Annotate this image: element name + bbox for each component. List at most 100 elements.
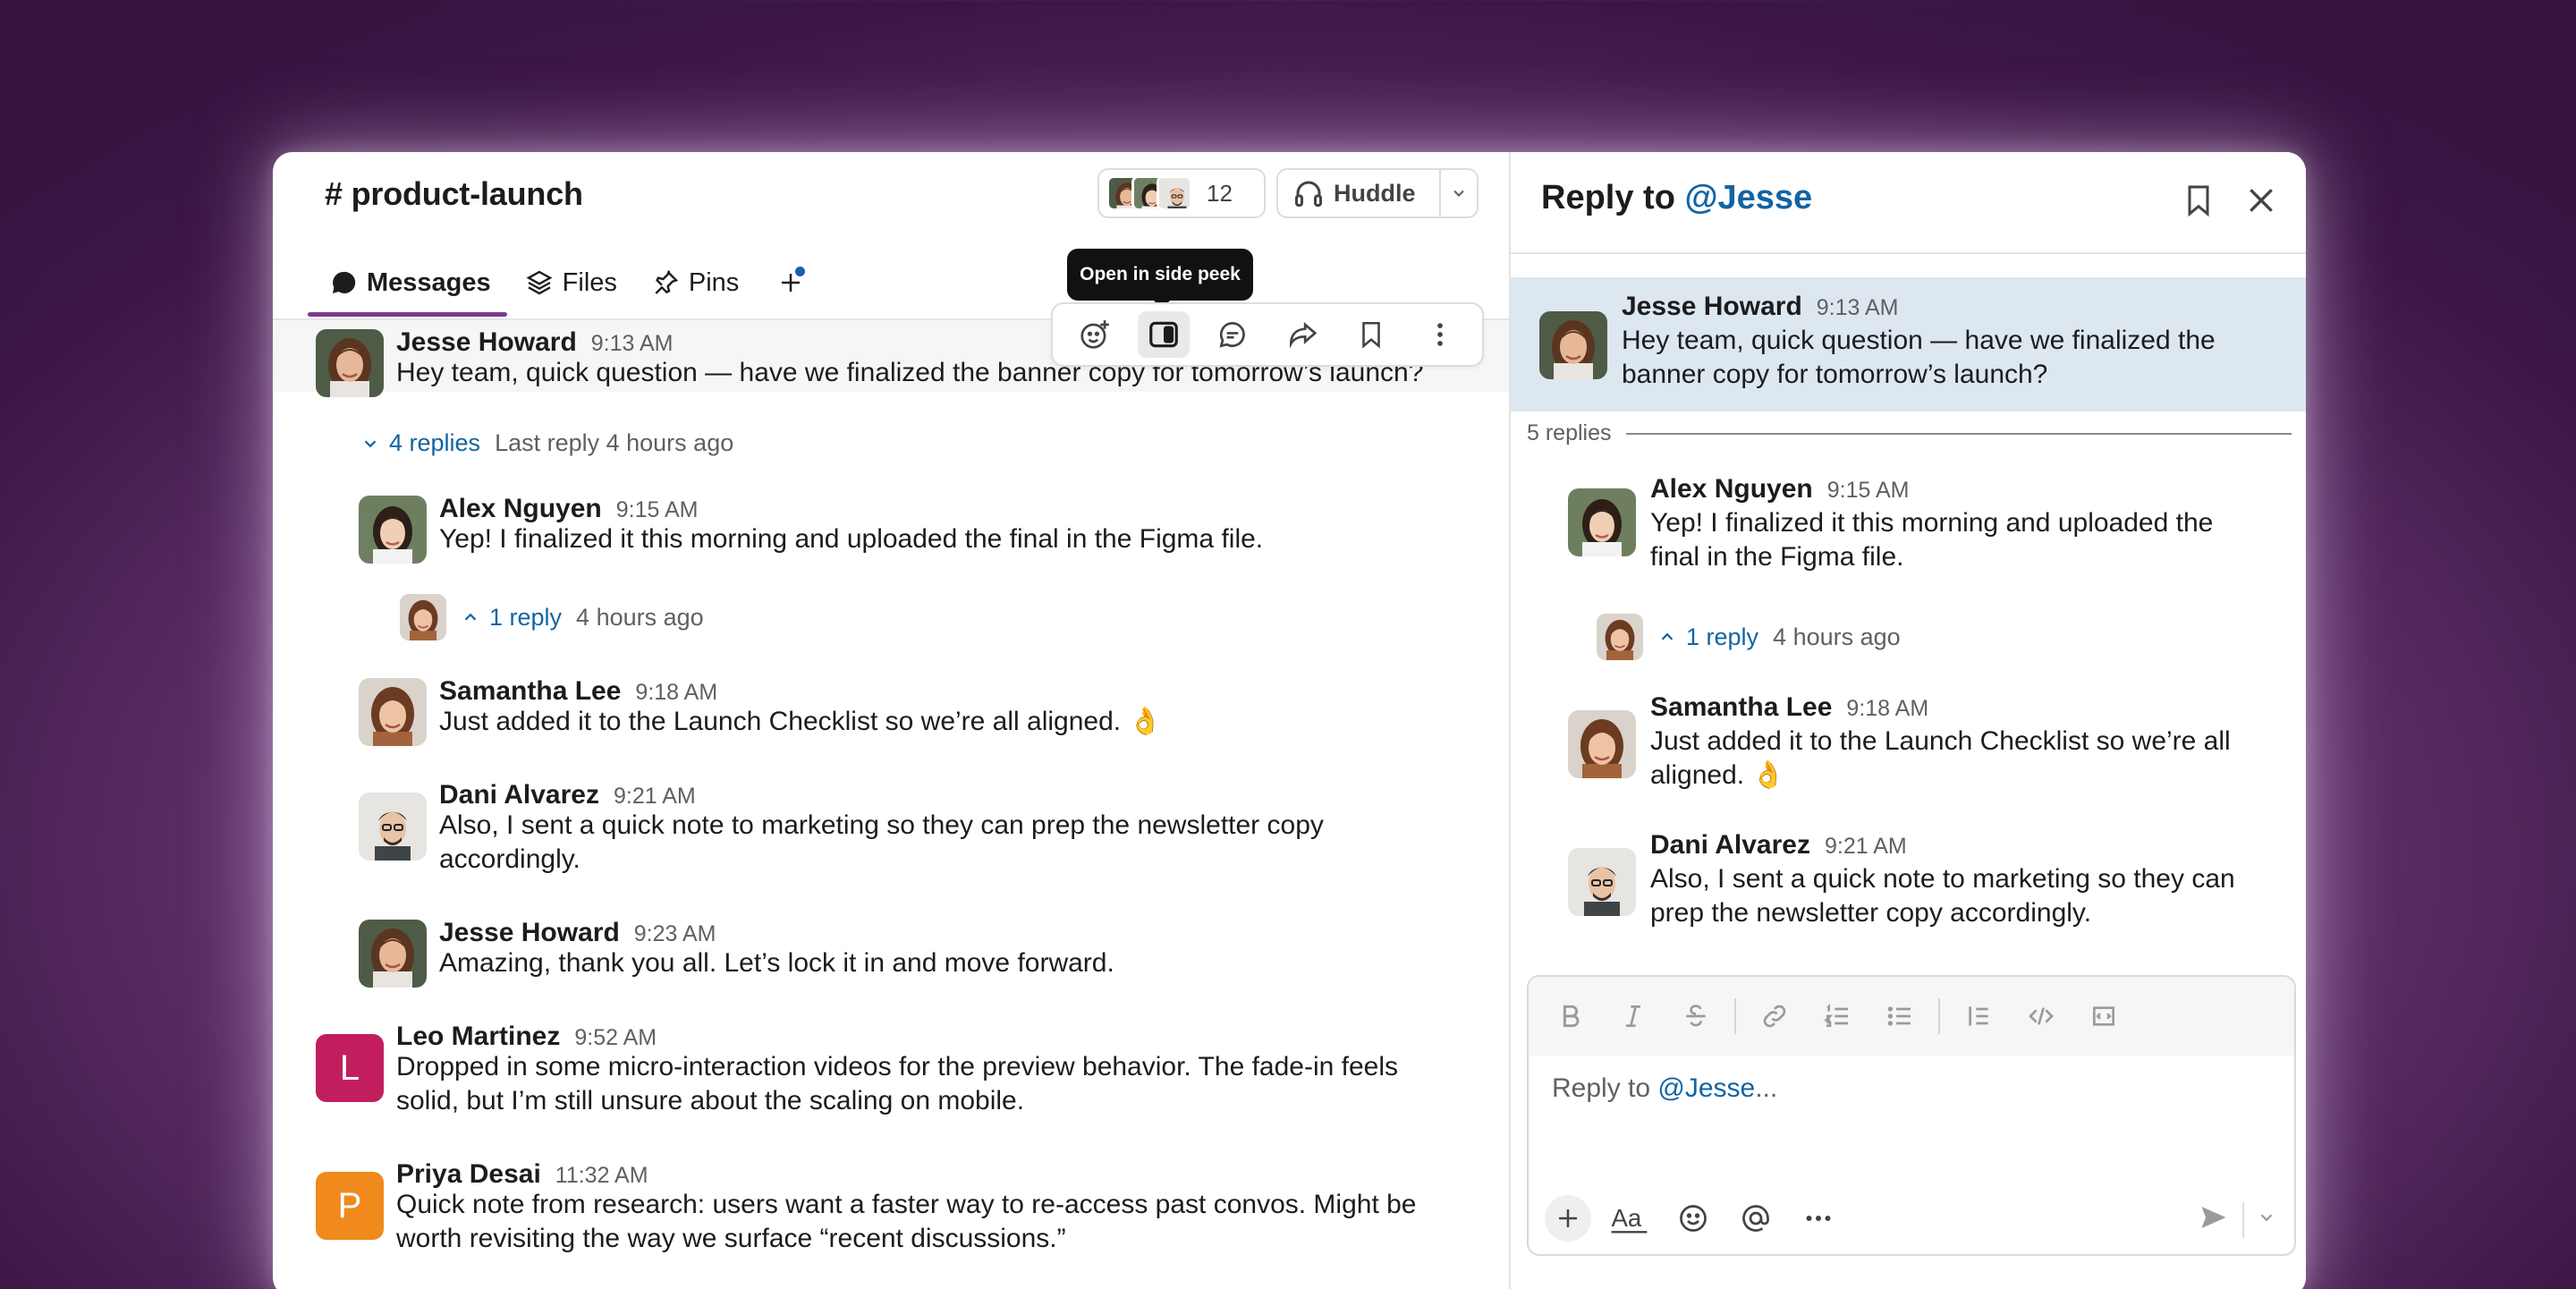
tab-messages[interactable]: Messages xyxy=(308,250,507,317)
save-button[interactable] xyxy=(1345,311,1397,358)
open-side-peek-button[interactable] xyxy=(1137,311,1190,358)
avatar[interactable] xyxy=(316,329,384,397)
avatar[interactable]: L xyxy=(316,1034,384,1102)
bold-icon xyxy=(1563,1005,1580,1028)
huddle-button[interactable]: Huddle xyxy=(1278,170,1441,216)
save-thread-button[interactable] xyxy=(2181,182,2216,223)
sender-name[interactable]: Dani Alvarez xyxy=(1650,830,1810,861)
timestamp[interactable]: 9:21 AM xyxy=(614,784,696,810)
mention-button[interactable] xyxy=(1733,1195,1779,1242)
replies-divider: 5 replies xyxy=(1527,420,2292,446)
avatar[interactable] xyxy=(1568,848,1636,916)
timestamp[interactable]: 11:32 AM xyxy=(555,1163,648,1189)
huddle-options-button[interactable] xyxy=(1441,184,1477,202)
send-divider xyxy=(2242,1201,2244,1238)
sender-name[interactable]: Priya Desai xyxy=(396,1159,541,1190)
blockquote-button[interactable] xyxy=(1953,990,2004,1042)
sender-name[interactable]: Dani Alvarez xyxy=(439,780,599,810)
message-text: Just added it to the Launch Checklist so… xyxy=(1650,725,2231,793)
thread-parent-message[interactable]: Jesse Howard 9:13 AM Hey team, quick que… xyxy=(1511,277,2306,411)
channel-title[interactable]: # product-launch xyxy=(325,175,583,213)
code-icon xyxy=(2029,1007,2054,1025)
thread-replies-link[interactable]: 4 replies xyxy=(360,429,480,457)
message-list: Jesse Howard 9:13 AM Hey team, quick que… xyxy=(273,320,1509,1289)
message-text: Amazing, thank you all. Let’s lock it in… xyxy=(439,948,1114,978)
timestamp[interactable]: 9:13 AM xyxy=(1817,295,1899,321)
more-actions-button[interactable] xyxy=(1414,311,1466,358)
sub-thread-replies-link[interactable]: 1 reply xyxy=(461,604,562,632)
code-block-button[interactable] xyxy=(2078,990,2130,1042)
members-button[interactable]: 12 xyxy=(1097,168,1266,218)
reply-avatar xyxy=(1597,614,1643,660)
svg-text:Aa: Aa xyxy=(1612,1204,1642,1232)
bold-button[interactable] xyxy=(1545,990,1597,1042)
send-icon xyxy=(2201,1207,2226,1228)
timestamp[interactable]: 9:18 AM xyxy=(635,680,717,706)
thread-reply[interactable]: Dani Alvarez 9:21 AM Also, I sent a quic… xyxy=(1511,830,2306,937)
sender-name[interactable]: Jesse Howard xyxy=(1622,292,1802,322)
numbered-list-button[interactable] xyxy=(1811,990,1863,1042)
attach-button[interactable] xyxy=(1545,1195,1591,1242)
strikethrough-button[interactable] xyxy=(1670,990,1722,1042)
avatar[interactable] xyxy=(1568,488,1636,556)
emoji-button[interactable] xyxy=(1670,1195,1716,1242)
timestamp[interactable]: 9:13 AM xyxy=(591,331,674,357)
sender-name[interactable]: Samantha Lee xyxy=(439,676,621,707)
toolbar-divider xyxy=(1938,998,1940,1034)
timestamp[interactable]: 9:21 AM xyxy=(1825,834,1907,860)
avatar[interactable] xyxy=(359,793,427,861)
close-panel-button[interactable] xyxy=(2243,182,2279,223)
message-item[interactable]: P Priya Desai 11:32 AM Quick note from r… xyxy=(273,1156,1509,1263)
title-user-mention[interactable]: @Jesse xyxy=(1684,179,1812,216)
message-item[interactable]: Dani Alvarez 9:21 AM Also, I sent a quic… xyxy=(273,776,1509,884)
sub-thread-replies-link[interactable]: 1 reply xyxy=(1657,623,1758,651)
message-line: aligned. 👌 xyxy=(1650,760,1785,790)
tab-pins[interactable]: Pins xyxy=(651,250,739,315)
timestamp[interactable]: 9:52 AM xyxy=(574,1025,657,1051)
bulleted-list-button[interactable] xyxy=(1874,990,1926,1042)
code-button[interactable] xyxy=(2015,990,2067,1042)
avatar[interactable]: P xyxy=(316,1172,384,1240)
italic-button[interactable] xyxy=(1607,990,1659,1042)
message-item[interactable]: L Leo Martinez 9:52 AM Dropped in some m… xyxy=(273,1018,1509,1125)
avatar[interactable] xyxy=(359,678,427,746)
message-item[interactable]: Jesse Howard 9:23 AM Amazing, thank you … xyxy=(273,914,1509,989)
avatar[interactable] xyxy=(1568,710,1636,778)
timestamp[interactable]: 9:18 AM xyxy=(1846,696,1928,722)
sender-name[interactable]: Leo Martinez xyxy=(396,1022,560,1052)
sender-name[interactable]: Alex Nguyen xyxy=(1650,474,1813,505)
reply-input[interactable]: Reply to @Jesse... xyxy=(1552,1073,1777,1104)
sender-name[interactable]: Jesse Howard xyxy=(396,327,577,358)
layers-icon xyxy=(526,270,553,295)
link-button[interactable] xyxy=(1749,990,1801,1042)
chevron-up-icon xyxy=(464,613,477,621)
timestamp[interactable]: 9:15 AM xyxy=(616,497,699,523)
avatar[interactable] xyxy=(1539,311,1607,379)
timestamp[interactable]: 9:15 AM xyxy=(1827,478,1910,504)
sender-name[interactable]: Alex Nguyen xyxy=(439,494,602,524)
placeholder-prefix: Reply to xyxy=(1552,1073,1658,1103)
sender-name[interactable]: Jesse Howard xyxy=(439,918,620,948)
share-button[interactable] xyxy=(1276,311,1328,358)
avatar[interactable] xyxy=(359,920,427,988)
blockquote-icon xyxy=(1969,1006,1988,1026)
member-count: 12 xyxy=(1207,179,1233,207)
add-tab-button[interactable] xyxy=(773,265,809,301)
message-text: Yep! I finalized it this morning and upl… xyxy=(439,524,1264,554)
timestamp[interactable]: 9:23 AM xyxy=(634,921,716,947)
reply-in-thread-button[interactable] xyxy=(1207,311,1258,358)
thread-reply[interactable]: Samantha Lee 9:18 AM Just added it to th… xyxy=(1511,692,2306,800)
sender-name[interactable]: Samantha Lee xyxy=(1650,692,1832,723)
send-button[interactable] xyxy=(2198,1201,2230,1238)
send-options-button[interactable] xyxy=(2257,1208,2276,1232)
tab-files[interactable]: Files xyxy=(525,250,617,315)
format-toggle-button[interactable]: Aa xyxy=(1607,1195,1654,1242)
more-composer-button[interactable] xyxy=(1795,1195,1842,1242)
thread-reply[interactable]: Alex Nguyen 9:15 AM Yep! I finalized it … xyxy=(1511,474,2306,581)
avatar[interactable] xyxy=(359,496,427,564)
message-hover-toolbar xyxy=(1051,302,1484,367)
italic-icon xyxy=(1626,1005,1640,1027)
message-item[interactable]: Alex Nguyen 9:15 AM Yep! I finalized it … xyxy=(273,490,1509,565)
add-reaction-button[interactable] xyxy=(1069,311,1121,358)
message-item[interactable]: Samantha Lee 9:18 AM Just added it to th… xyxy=(273,673,1509,748)
